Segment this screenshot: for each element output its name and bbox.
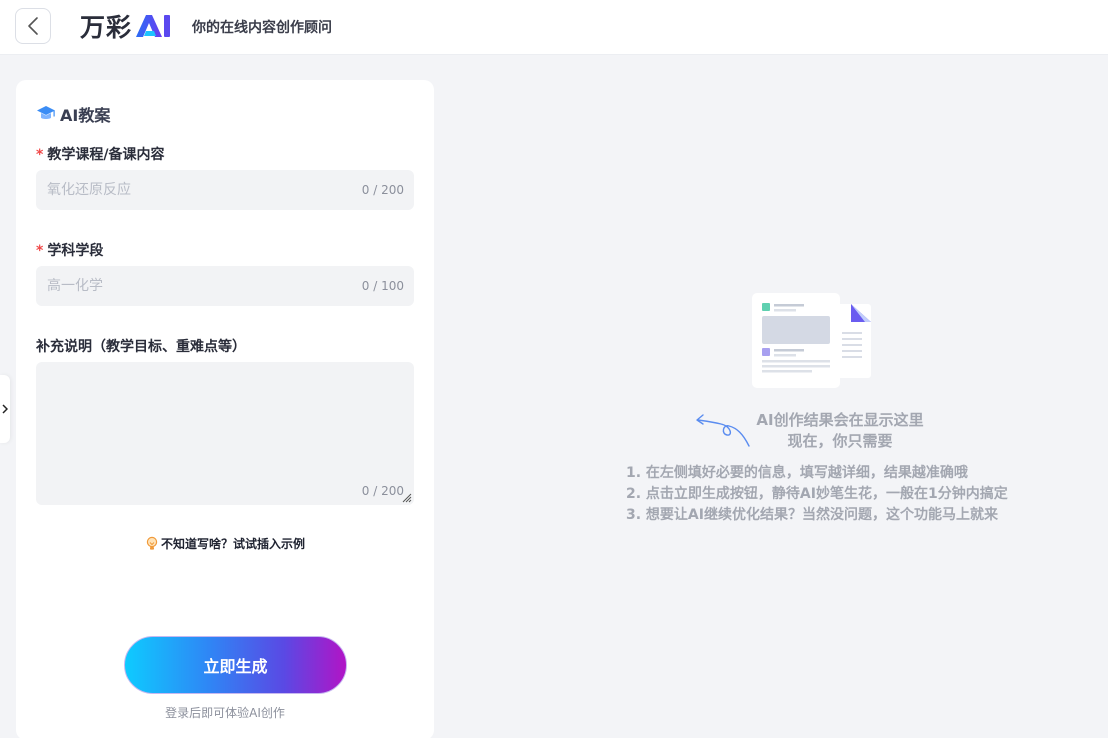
example-hint-text: 不知道写啥？试试插入示例: [161, 537, 306, 551]
tagline: 你的在线内容创作顾问: [192, 20, 332, 36]
subject-label: * 学科学段: [36, 243, 104, 259]
course-counter: 0 / 200: [361, 183, 404, 197]
course-label: * 教学课程/备课内容: [36, 147, 165, 163]
instruction-step: 1. 在左侧填好必要的信息，填写越详细，结果越准确哦: [626, 465, 968, 481]
graduation-cap-icon: [37, 106, 55, 119]
back-arrow-icon: [28, 17, 38, 35]
instruction-step: 2. 点击立即生成按钮，静待AI妙笔生花，一般在1分钟内搞定: [626, 486, 1008, 502]
empty-title-line1: AI创作结果会在显示这里: [756, 411, 924, 429]
empty-title-line2: 现在，你只需要: [787, 432, 893, 450]
login-hint: 登录后即可体验AI创作: [165, 706, 285, 720]
notes-counter: 0 / 200: [361, 484, 404, 498]
document-illustration: [752, 293, 871, 388]
sidebar-toggle[interactable]: [0, 375, 10, 443]
subject-input[interactable]: [36, 266, 414, 306]
lightbulb-icon: [146, 536, 158, 550]
panel-title: AI教案: [36, 102, 110, 126]
logo-text: 万彩: [80, 13, 133, 42]
required-mark: *: [36, 243, 44, 259]
notes-textarea[interactable]: [36, 362, 414, 505]
notes-textarea-box: 0 / 200: [36, 362, 414, 505]
course-input[interactable]: [36, 170, 414, 210]
course-input-box: 0 / 200: [36, 170, 414, 210]
panel-title-text: AI教案: [60, 106, 111, 125]
resize-grip-icon[interactable]: [400, 491, 412, 503]
instructions-list: 1. 在左侧填好必要的信息，填写越详细，结果越准确哦 2. 点击立即生成按钮，静…: [626, 463, 1008, 526]
notes-label: 补充说明（教学目标、重难点等）: [36, 339, 246, 355]
subject-input-box: 0 / 100: [36, 266, 414, 306]
required-mark: *: [36, 147, 44, 163]
form-panel: AI教案 *教学课程/备课内容 0 / 200 *学科学段 0 / 100 补充…: [16, 80, 434, 738]
empty-state-title: AI创作结果会在显示这里 现在，你只需要: [740, 410, 940, 452]
top-bar: 万彩 你的在线内容创作顾问: [0, 0, 1108, 55]
ai-logo-icon: [136, 15, 171, 37]
chevron-right-icon: [2, 404, 8, 414]
insert-example-link[interactable]: 不知道写啥？试试插入示例: [146, 535, 305, 552]
subject-counter: 0 / 100: [361, 279, 404, 293]
back-button[interactable]: [15, 8, 51, 44]
generate-button[interactable]: 立即生成: [124, 636, 347, 694]
instruction-step: 3. 想要让AI继续优化结果？当然没问题，这个功能马上就来: [626, 507, 998, 523]
logo[interactable]: 万彩: [80, 10, 174, 42]
